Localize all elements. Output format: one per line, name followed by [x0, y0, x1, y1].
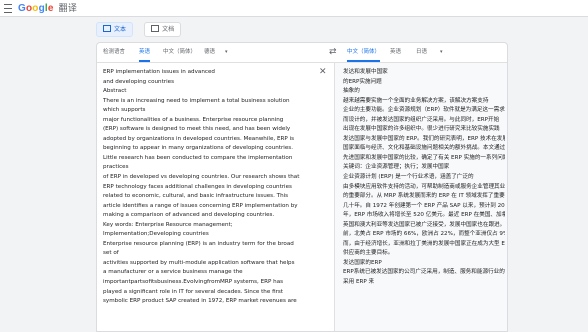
source-lang-chinese[interactable]: 中文（简体）	[163, 43, 196, 62]
translation-text-line: 先进国家和发展中国家的比较，确定了有关 ERP 实施的一系列问题。	[343, 154, 505, 161]
translation-text-line: 企业的主要功能。企业资源规划（ERP）软件就是为满足这一需求	[343, 107, 505, 114]
text-mode-label: 文本	[114, 26, 127, 33]
translation-card: 检测语言 英语 中文（简体） 德语 ▾ ⇄ 中文（简体） 英语 日语 ▾ ERP…	[96, 42, 508, 332]
swap-languages-icon[interactable]: ⇄	[329, 43, 337, 62]
app-header: Google 翻译	[0, 0, 588, 17]
translation-text-line: 企业资源计划 (ERP) 是一个行业术语，涵盖了广泛的	[343, 174, 474, 181]
source-text-line: activities supported by multi-module app…	[103, 259, 295, 266]
source-text-line: (ERP) software is designed to meet this …	[103, 126, 291, 133]
source-text-line: Key words: Enterprise Resource managemen…	[103, 221, 233, 228]
document-mode-button[interactable]: 文档	[144, 22, 182, 37]
source-text-line: set of	[103, 250, 119, 257]
translation-text-line: 发达国家的ERP	[343, 259, 382, 266]
source-text-line: Enterprise resource planning (ERP) is an…	[103, 240, 294, 247]
target-lang-chinese[interactable]: 中文（简体）	[347, 43, 381, 62]
main-menu-icon[interactable]	[4, 4, 12, 13]
source-text-line: practices	[103, 164, 129, 171]
language-bar: 检测语言 英语 中文（简体） 德语 ▾ ⇄ 中文（简体） 英语 日语 ▾	[97, 43, 507, 63]
target-lang-more-icon[interactable]: ▾	[440, 43, 443, 62]
translation-text-line: 采用 ERP 来	[343, 279, 375, 286]
source-text-line: major functionalities of a business. Ent…	[103, 116, 284, 123]
translation-output: 发达和发展中国家 的ERP实施问题 抽象的越来越需要实施一个全面的业务解决方案，该解…	[343, 68, 505, 288]
source-lang-detect[interactable]: 检测语言	[103, 43, 125, 62]
text-icon	[103, 25, 111, 32]
target-pane: 发达和发展中国家 的ERP实施问题 抽象的越来越需要实施一个全面的业务解决方案，该解…	[334, 63, 507, 331]
source-text-line: adopted by organizations in developed co…	[103, 135, 295, 142]
target-lang-english[interactable]: 英语	[390, 43, 401, 62]
translation-text-line: 越来越需要实施一个全面的业务解决方案，该解决方案支持	[343, 97, 489, 104]
source-text-line: which supports	[103, 107, 146, 114]
source-text-line: a manufacturer or a service business man…	[103, 269, 243, 276]
source-lang-english[interactable]: 英语	[139, 43, 151, 62]
source-text-line: Abstract	[103, 88, 127, 95]
translation-text-line: 而，由于经济增长，亚洲和拉丁美洲的发展中国家正在成为大型 ERP	[343, 240, 505, 247]
source-text-line: ERP technology faces additional challeng…	[103, 183, 292, 190]
translation-text-line: 前，北美占 ERP 市场的 66%，欧洲占 22%，而整个亚洲仅占 9%。然	[343, 231, 505, 238]
translation-text-line: 出现在发展中国家的许多组织中。很少进行研究来比较实施实践	[343, 126, 500, 133]
translation-text-line: 由多模块应用软件支持的活动，可帮助制造商或服务企业管理其业务	[343, 183, 505, 190]
document-mode-label: 文档	[162, 26, 175, 33]
source-lang-german[interactable]: 德语	[204, 43, 215, 62]
translation-text-line: 供应商的主要目标。	[343, 250, 394, 257]
source-text-line: Implementation;Developing countries	[103, 231, 209, 238]
google-translate-logo[interactable]: Google 翻译	[18, 1, 77, 14]
source-text-line: There is an increasing need to implement…	[103, 97, 290, 104]
source-text-line: played a significant role in IT for seve…	[103, 288, 284, 295]
translation-text-line: 发达和发展中国家	[343, 69, 388, 75]
source-text-line: Little research has been conducted to co…	[103, 154, 293, 161]
translation-text-line: 关键词：企业资源管理；执行；发展中国家	[343, 164, 450, 171]
text-mode-button[interactable]: 文本	[96, 22, 134, 37]
source-pane[interactable]: ERP implementation issues in advanced and…	[97, 63, 333, 331]
translation-text-line: 的ERP实施问题	[343, 78, 382, 85]
clear-text-icon[interactable]: ✕	[319, 67, 327, 77]
translation-text-line: 几十年。自 1972 年创建第一个 ERP 产品 SAP 以来，预计到 2002	[343, 202, 505, 209]
source-text-line: beginning to appear in many organization…	[103, 145, 293, 152]
source-text-line: ERP implementation issues in advanced	[103, 69, 215, 75]
translation-text-line: 的重要部分。从 MRP 系统发展而来的 ERP 在 IT 领域发挥了重要作用	[343, 193, 505, 200]
source-text-line: making a comparison of advanced and deve…	[103, 212, 275, 219]
translation-text-line: 发达国家与发展中国家的 ERP。我们的研究表明，ERP 技术在发展中	[343, 135, 505, 142]
source-lang-more-icon[interactable]: ▾	[225, 43, 228, 62]
translation-text-line: 抽象的	[343, 88, 360, 95]
translation-text-line: 国家面临与经济、文化和基础设施问题相关的额外挑战。本文通过对	[343, 145, 505, 152]
source-text-line: article identifies a range of issues con…	[103, 202, 298, 209]
product-name: 翻译	[58, 3, 78, 13]
source-text-line: symbolic ERP product SAP created in 1972…	[103, 298, 297, 305]
translation-text-line: ERP系统已被发达国家的公司广泛采用，制造、服务和能源行业的组织	[343, 269, 505, 276]
source-text-line: related to economic, cultural, and basic…	[103, 193, 289, 200]
translation-text-line: 年，ERP 市场收入将增长至 520 亿美元。最近 ERP 在美国、加拿大、	[343, 212, 505, 219]
mode-switcher: 文本 文档	[96, 22, 187, 38]
source-text-line: of ERP in developed vs developing countr…	[103, 174, 300, 181]
source-text-area[interactable]: ERP implementation issues in advanced and…	[103, 68, 318, 307]
target-lang-japanese[interactable]: 日语	[416, 43, 427, 62]
translation-text-line: 而设计的，并被发达国家的组织广泛采用。与此同时，ERP开始	[343, 116, 500, 123]
source-text-line: importantpartsofitsbusiness.Evolvingfrom…	[103, 279, 284, 286]
translation-text-line: 英国和澳大利亚等发达国家已被广泛接受，发展中国家也在跟进。目	[343, 221, 505, 228]
source-text-line: and developing countries	[103, 78, 174, 85]
document-icon	[151, 25, 160, 32]
